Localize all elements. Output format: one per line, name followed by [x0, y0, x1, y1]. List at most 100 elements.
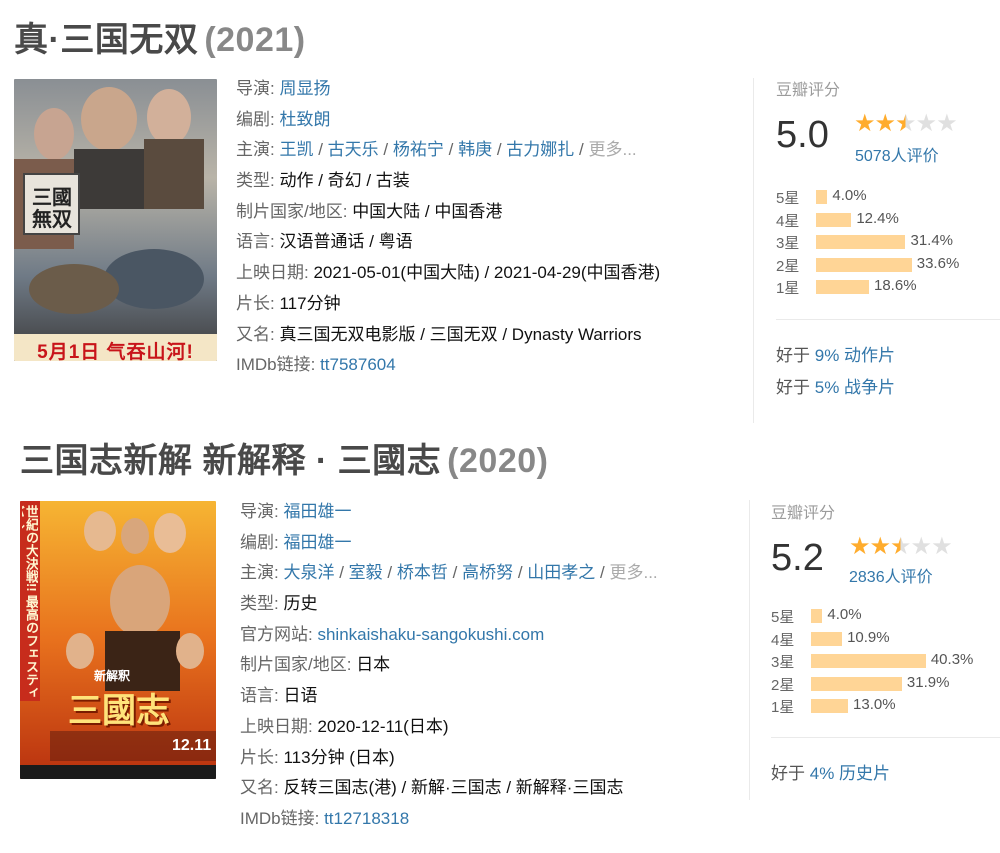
- writer-link[interactable]: 福田雄一: [283, 533, 351, 552]
- rating-row: 2星 31.9%: [771, 672, 1000, 695]
- cast-link[interactable]: 韩庚: [458, 140, 492, 159]
- runtime-value: 117分钟: [279, 293, 341, 313]
- genre-value: 动作 / 奇幻 / 古装: [279, 171, 410, 191]
- cast-link[interactable]: 大泉洋: [283, 563, 334, 582]
- better-prefix: 好于: [776, 378, 810, 397]
- better-prefix: 好于: [776, 346, 810, 365]
- cast-link[interactable]: 高桥努: [462, 563, 513, 582]
- cast-link[interactable]: 王凯: [279, 140, 313, 159]
- rating-bar: [811, 609, 823, 623]
- cast-link[interactable]: 山田孝之: [527, 563, 595, 582]
- movie-info: 导演: 福田雄一 编剧: 福田雄一 主演: 大泉洋 / 室毅 / 桥本哲 / 高…: [240, 497, 658, 835]
- better-than-list: 好于 9% 动作片 好于 5% 战争片: [776, 340, 895, 404]
- movie-poster[interactable]: 世紀の大決戦!! 最高のフェスティバル! 新解釈 三國志 12.11: [20, 501, 216, 779]
- cast-link[interactable]: 桥本哲: [397, 563, 448, 582]
- better-pct-link[interactable]: 4%: [810, 764, 835, 783]
- cast-link[interactable]: 室毅: [349, 563, 383, 582]
- rating-row-percent: 31.4%: [910, 232, 954, 249]
- movie-title: 真·三国无双 (2021): [14, 12, 306, 61]
- release-label: 上映日期:: [240, 716, 313, 736]
- info-country: 制片国家/地区: 日本: [240, 650, 658, 681]
- rating-panel: 豆瓣评分 5.2 ★★★★★ 2836人评价 5星 4.0% 4星 10.9% 3星 40…: [771, 499, 1000, 799]
- writer-label: 编剧:: [240, 532, 279, 552]
- better-genre-link[interactable]: 历史片: [839, 764, 890, 783]
- writer-link[interactable]: 杜致朗: [279, 110, 330, 129]
- rating-row-percent: 31.9%: [906, 673, 950, 691]
- cast-link[interactable]: 古力娜扎: [506, 140, 574, 159]
- star-icon: ★: [869, 533, 891, 560]
- rating-bar: [811, 699, 849, 713]
- poster-logo: 三國無双: [32, 187, 72, 231]
- rating-row: 3星 31.4%: [776, 230, 1000, 253]
- info-writer: 编剧: 福田雄一: [240, 528, 658, 559]
- info-runtime: 片长: 117分钟: [236, 289, 660, 320]
- rating-row-label: 2星: [771, 676, 795, 694]
- aka-label: 又名:: [240, 778, 279, 798]
- rating-bar: [811, 654, 926, 668]
- imdb-link[interactable]: tt7587604: [320, 355, 396, 374]
- writer-label: 编剧:: [236, 109, 275, 129]
- info-release: 上映日期: 2020-12-11(日本): [240, 712, 658, 743]
- divider: [776, 319, 1000, 320]
- rating-label: 豆瓣评分: [771, 505, 836, 522]
- better-pct-link[interactable]: 5%: [815, 378, 840, 397]
- star-rating: ★★★★★: [854, 109, 958, 138]
- poster-date: 12.11: [172, 737, 212, 754]
- divider: [771, 737, 1000, 738]
- cast-link[interactable]: 古天乐: [328, 140, 379, 159]
- title-year: (2020): [447, 442, 549, 480]
- more-cast-link[interactable]: 更多...: [609, 563, 657, 582]
- rating-row-label: 1星: [776, 280, 800, 297]
- more-cast-link[interactable]: 更多...: [588, 140, 636, 159]
- cast-link[interactable]: 杨祐宁: [393, 140, 444, 159]
- rating-row-label: 4星: [776, 212, 800, 230]
- rating-row: 5星 4.0%: [771, 604, 1000, 627]
- rating-panel: 豆瓣评分 5.0 ★★★★★ 5078人评价 5星 4.0% 4星 12.4% 3星 31…: [776, 76, 1000, 426]
- votes-link[interactable]: 5078人评价: [855, 142, 939, 166]
- movie-info: 导演: 周显扬 编剧: 杜致朗 主演: 王凯 / 古天乐 / 杨祐宁 / 韩庚 …: [236, 74, 660, 381]
- release-label: 上映日期:: [236, 263, 309, 283]
- better-genre-link[interactable]: 动作片: [844, 346, 895, 365]
- star-icon: ★: [854, 110, 875, 137]
- rating-row: 4星 12.4%: [776, 208, 1000, 231]
- rating-row: 5星 4.0%: [776, 185, 1000, 208]
- aka-value: 反转三国志(港) / 新解·三国志 / 新解释·三国志: [283, 778, 624, 798]
- director-link[interactable]: 福田雄一: [283, 502, 351, 521]
- star-icon: ★: [915, 110, 937, 137]
- info-country: 制片国家/地区: 中国大陆 / 中国香港: [236, 197, 660, 228]
- rating-row: 1星 13.0%: [771, 694, 1000, 717]
- imdb-label: IMDb链接:: [236, 355, 316, 375]
- rating-row-percent: 33.6%: [916, 254, 960, 272]
- aka-label: 又名:: [236, 324, 275, 344]
- star-icon: ★: [895, 110, 916, 137]
- better-prefix: 好于: [771, 764, 805, 783]
- better-than-item: 好于 9% 动作片: [776, 340, 895, 372]
- rating-distribution: 5星 4.0% 4星 12.4% 3星 31.4% 2星 33.6% 1星 18.6%: [776, 185, 1000, 298]
- aka-value: 真三国无双电影版 / 三国无双 / Dynasty Warriors: [279, 324, 642, 344]
- rating-row-label: 5星: [776, 190, 800, 207]
- genre-label: 类型:: [236, 171, 275, 191]
- imdb-link[interactable]: tt12718318: [324, 809, 409, 828]
- release-value: 2021-05-01(中国大陆) / 2021-04-29(中国香港): [313, 263, 661, 283]
- info-director: 导演: 福田雄一: [240, 497, 658, 528]
- info-aka: 又名: 反转三国志(港) / 新解·三国志 / 新解释·三国志: [240, 773, 658, 804]
- info-cast: 主演: 大泉洋 / 室毅 / 桥本哲 / 高桥努 / 山田孝之 / 更多...: [240, 563, 658, 583]
- rating-bar: [811, 631, 843, 646]
- votes-link[interactable]: 2836人评价: [849, 563, 933, 587]
- info-aka: 又名: 真三国无双电影版 / 三国无双 / Dynasty Warriors: [236, 320, 660, 351]
- divider: [749, 500, 750, 800]
- better-pct-link[interactable]: 9%: [815, 346, 840, 365]
- better-genre-link[interactable]: 战争片: [844, 378, 895, 397]
- rating-distribution: 5星 4.0% 4星 10.9% 3星 40.3% 2星 31.9% 1星 13.0%: [771, 604, 1000, 717]
- country-label: 制片国家/地区:: [236, 201, 348, 221]
- director-link[interactable]: 周显扬: [279, 79, 330, 98]
- official-site-link[interactable]: shinkaishaku-sangokushi.com: [317, 625, 544, 644]
- info-cast: 主演: 王凯 / 古天乐 / 杨祐宁 / 韩庚 / 古力娜扎 / 更多...: [236, 140, 637, 160]
- poster-side-text: 世紀の大決戦!! 最高のフェスティバル!: [22, 505, 38, 700]
- rating-bar: [816, 235, 906, 249]
- language-value: 日语: [283, 686, 318, 706]
- star-icon: ★: [874, 110, 896, 137]
- info-language: 语言: 汉语普通话 / 粤语: [236, 227, 660, 258]
- country-value: 日本: [356, 655, 391, 675]
- movie-poster[interactable]: 三國無双 5月1日 气吞山河!: [14, 79, 217, 361]
